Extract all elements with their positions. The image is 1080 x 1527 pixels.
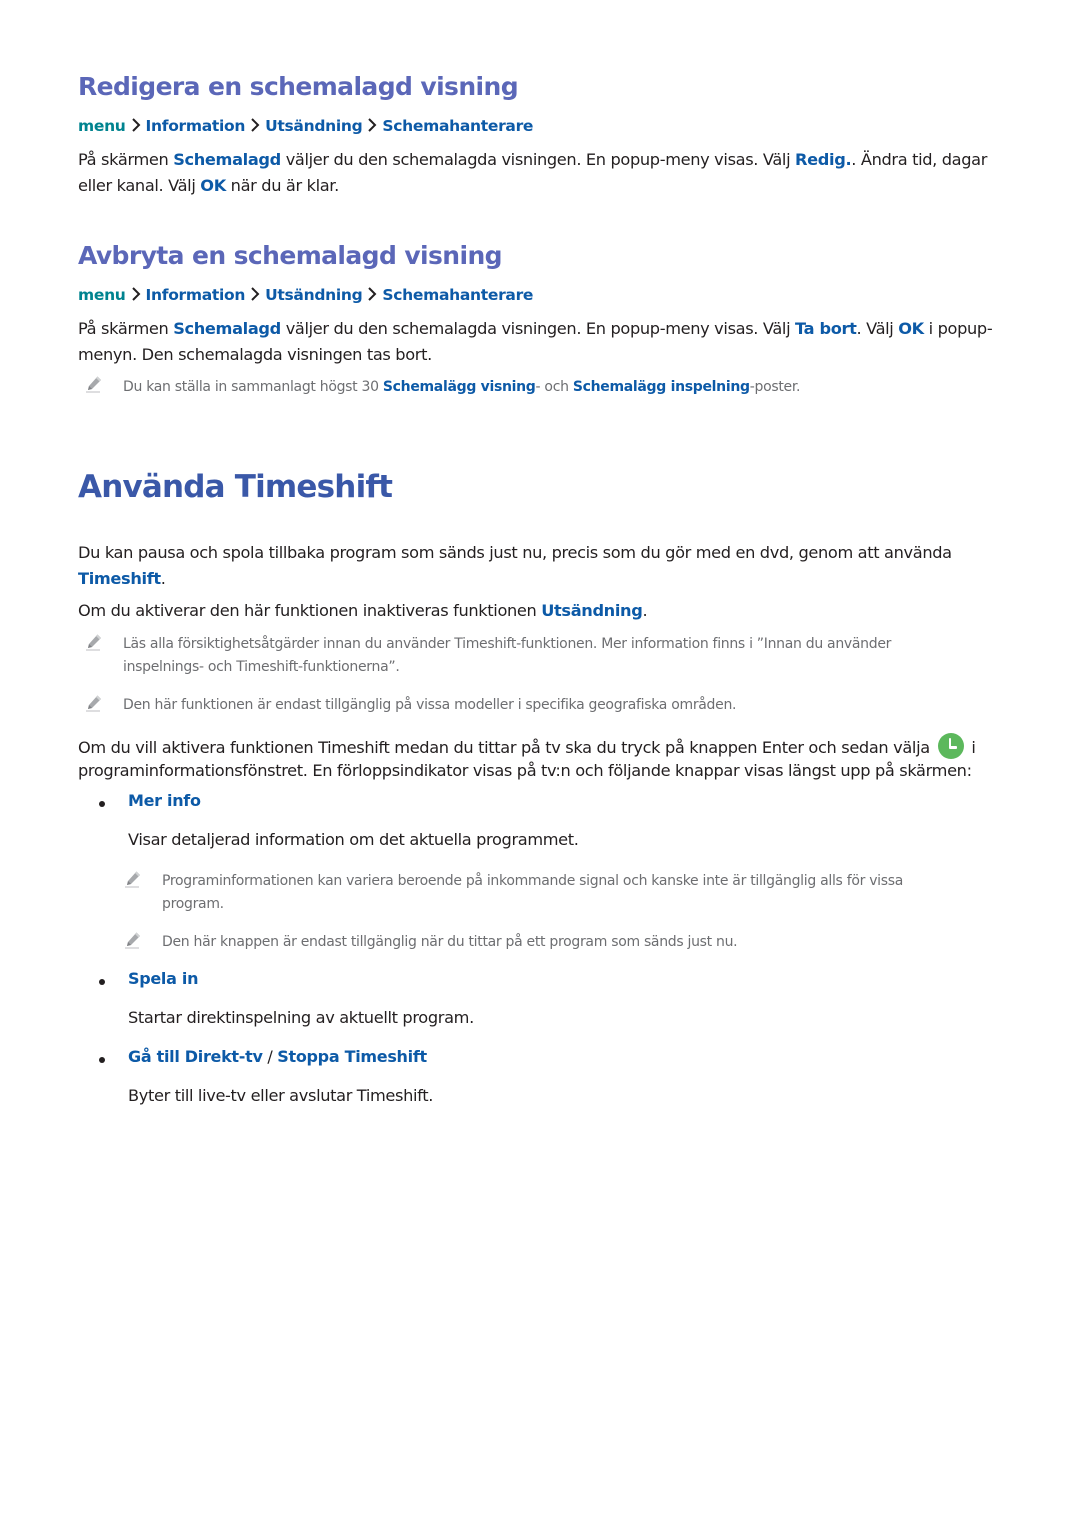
item-desc-spela-in: Startar direktinspelning av aktuellt pro… bbox=[128, 1008, 474, 1027]
note-pencil-icon bbox=[124, 931, 142, 949]
keyword-schemalagg-visning: Schemalägg visning bbox=[382, 379, 536, 395]
item-title-go-live: Gå till Direkt-tv bbox=[128, 1047, 263, 1066]
edit-paragraph: På skärmen Schemalagd väljer du den sche… bbox=[78, 147, 1003, 199]
mer-info-note-2: Den här knappen är endast tillgänglig nä… bbox=[162, 934, 738, 950]
item-desc-direkt-tv: Byter till live-tv eller avslutar Timesh… bbox=[128, 1086, 434, 1105]
note-pencil-icon bbox=[85, 633, 103, 651]
timeshift-note-1: Läs alla försiktighetsåtgärder innan du … bbox=[123, 636, 892, 675]
chevron-right-icon bbox=[250, 287, 260, 301]
breadcrumb-utsandning[interactable]: Utsändning bbox=[265, 286, 363, 304]
keyword-ok: OK bbox=[898, 319, 924, 338]
item-title-spela-in: Spela in bbox=[128, 969, 199, 988]
item-title-direkt-tv: Gå till Direkt-tv / Stoppa Timeshift bbox=[128, 1047, 427, 1066]
item-title-mer-info: Mer info bbox=[128, 791, 201, 810]
text: - och bbox=[535, 379, 573, 395]
chevron-right-icon bbox=[131, 287, 141, 301]
breadcrumb-utsandning[interactable]: Utsändning bbox=[265, 117, 363, 135]
bullet bbox=[99, 1057, 105, 1063]
text: Om du vill aktivera funktionen Timeshift… bbox=[78, 738, 935, 757]
note-pencil-icon bbox=[124, 870, 142, 888]
timeshift-disable-text: Om du aktiverar den här funktionen inakt… bbox=[78, 598, 1003, 624]
breadcrumb-menu[interactable]: menu bbox=[78, 117, 126, 135]
mer-info-note-1: Programinformationen kan variera beroend… bbox=[162, 873, 904, 912]
text: På skärmen bbox=[78, 319, 174, 338]
keyword-utsandning: Utsändning bbox=[541, 601, 643, 620]
text: -poster. bbox=[749, 379, 801, 395]
cancel-paragraph: På skärmen Schemalagd väljer du den sche… bbox=[78, 316, 1003, 368]
bullet bbox=[99, 801, 105, 807]
chevron-right-icon bbox=[131, 118, 141, 132]
item-desc-mer-info: Visar detaljerad information om det aktu… bbox=[128, 830, 579, 849]
chevron-right-icon bbox=[250, 118, 260, 132]
breadcrumb-information[interactable]: Information bbox=[146, 286, 246, 304]
text: när du är klar. bbox=[225, 176, 340, 195]
keyword-schemalagg-inspelning: Schemalägg inspelning bbox=[572, 379, 750, 395]
bullet bbox=[99, 979, 105, 985]
text: . bbox=[642, 601, 648, 620]
chevron-right-icon bbox=[367, 118, 377, 132]
timeshift-intro: Du kan pausa och spola tillbaka program … bbox=[78, 540, 1003, 592]
keyword-schemalagd: Schemalagd bbox=[173, 319, 281, 338]
breadcrumb-schemahanterare[interactable]: Schemahanterare bbox=[382, 286, 533, 304]
text: väljer du den schemalagda visningen. En … bbox=[280, 150, 796, 169]
item-title-stop-timeshift: Stoppa Timeshift bbox=[277, 1047, 427, 1066]
keyword-schemalagd: Schemalagd bbox=[173, 150, 281, 169]
keyword-redig: Redig. bbox=[795, 150, 852, 169]
keyword-ta-bort: Ta bort bbox=[795, 319, 857, 338]
section-heading-cancel: Avbryta en schemalagd visning bbox=[78, 241, 503, 270]
breadcrumb-menu[interactable]: menu bbox=[78, 286, 126, 304]
cancel-note: Du kan ställa in sammanlagt högst 30 Sch… bbox=[123, 376, 1003, 399]
page-title-timeshift: Använda Timeshift bbox=[78, 469, 393, 505]
text: Du kan ställa in sammanlagt högst 30 bbox=[123, 379, 383, 395]
text: . bbox=[160, 569, 166, 588]
timeshift-activate-text: Om du vill aktivera funktionen Timeshift… bbox=[78, 733, 1008, 782]
title-separator: / bbox=[262, 1047, 278, 1066]
note-pencil-icon bbox=[85, 694, 103, 712]
breadcrumb-edit: menu Information Utsändning Schemahanterare bbox=[78, 117, 533, 135]
keyword-ok: OK bbox=[200, 176, 226, 195]
timeshift-clock-icon bbox=[937, 733, 964, 759]
breadcrumb-cancel: menu Information Utsändning Schemahanterare bbox=[78, 286, 533, 304]
text: Om du aktiverar den här funktionen inakt… bbox=[78, 601, 542, 620]
note-pencil-icon bbox=[85, 375, 103, 393]
text: Du kan pausa och spola tillbaka program … bbox=[78, 543, 952, 562]
breadcrumb-information[interactable]: Information bbox=[146, 117, 246, 135]
timeshift-note-2: Den här funktionen är endast tillgänglig… bbox=[123, 697, 737, 713]
text: väljer du den schemalagda visningen. En … bbox=[280, 319, 796, 338]
breadcrumb-schemahanterare[interactable]: Schemahanterare bbox=[382, 117, 533, 135]
text: På skärmen bbox=[78, 150, 174, 169]
chevron-right-icon bbox=[367, 287, 377, 301]
text: . Välj bbox=[856, 319, 899, 338]
section-heading-edit: Redigera en schemalagd visning bbox=[78, 72, 519, 101]
keyword-timeshift: Timeshift bbox=[78, 569, 161, 588]
